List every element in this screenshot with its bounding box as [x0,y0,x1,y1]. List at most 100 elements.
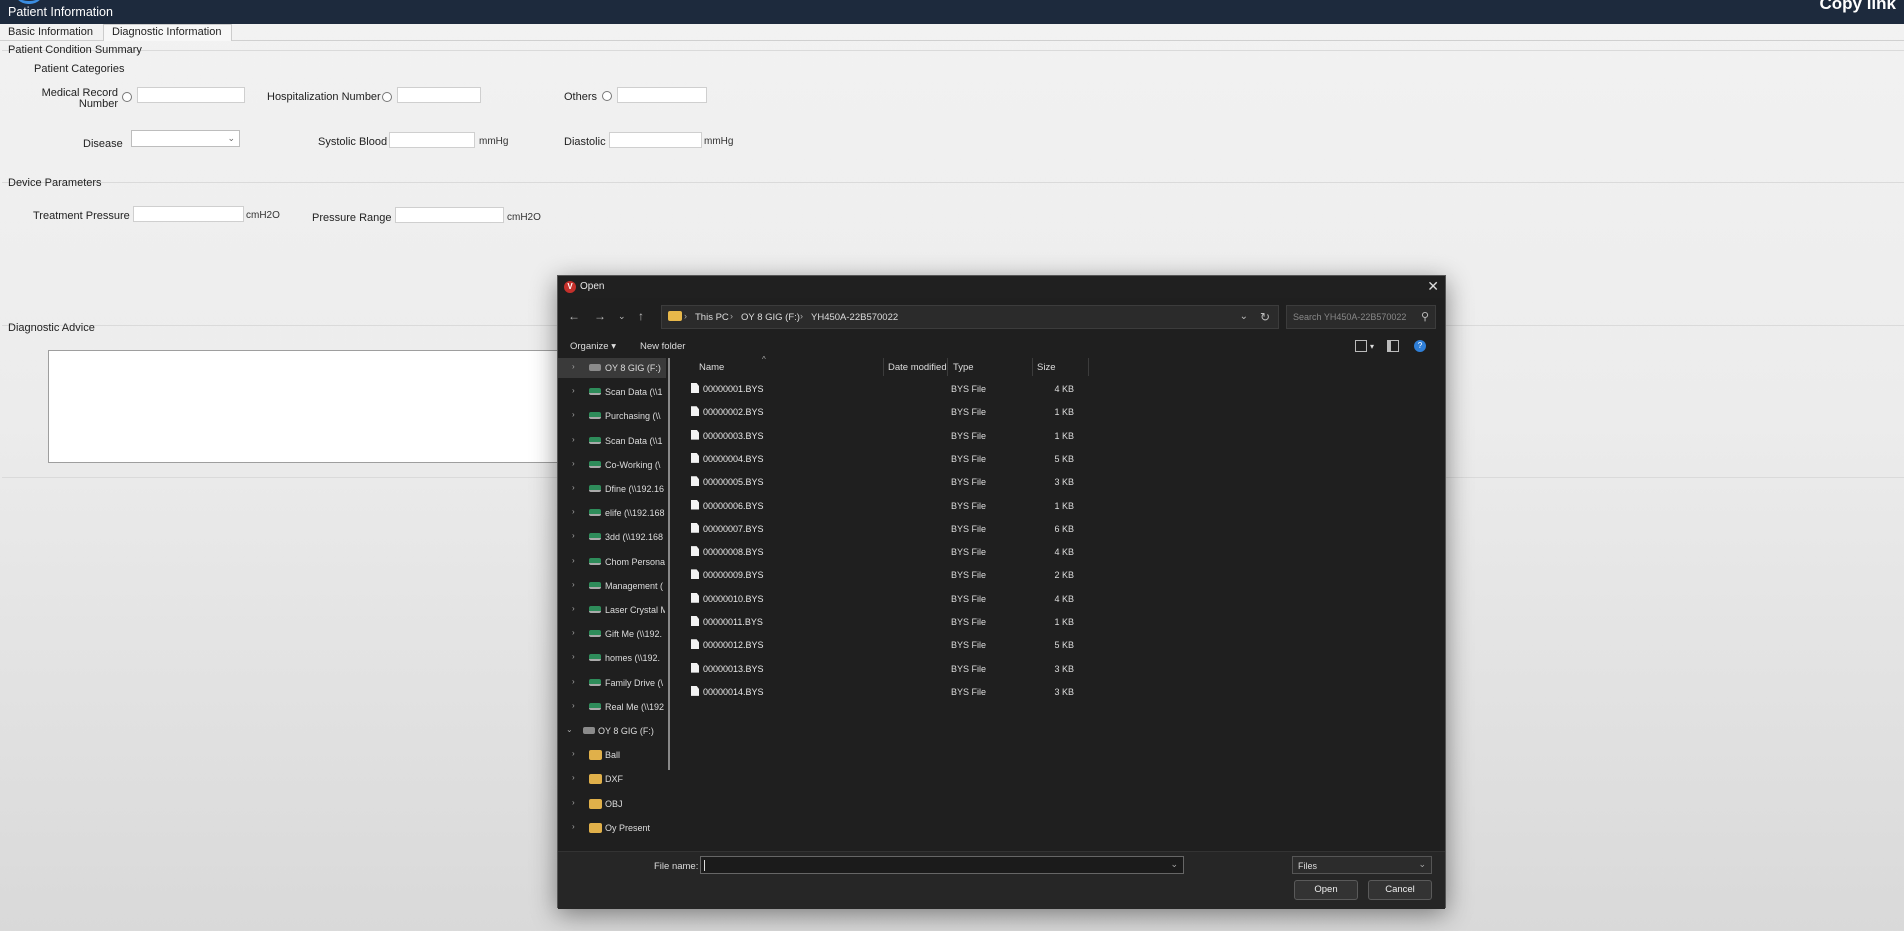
nav-item[interactable]: › OBJ [558,794,666,814]
nav-item[interactable]: › Family Drive (\ [558,673,666,693]
breadcrumb-this-pc[interactable]: This PC [695,312,729,323]
view-dropdown-icon[interactable]: ▾ [1370,342,1374,351]
nav-item[interactable]: › Oy Present [558,818,666,836]
file-row[interactable]: 00000010.BYS BYS File 4 KB [676,588,1446,610]
nav-item[interactable]: › Gift Me (\\192. [558,624,666,644]
nav-item[interactable]: › Scan Data (\\1 [558,382,666,402]
file-row[interactable]: 00000006.BYS BYS File 1 KB [676,495,1446,517]
nav-item[interactable]: › Ball [558,745,666,765]
chevron-right-icon[interactable]: › [572,483,575,492]
chevron-down-icon[interactable]: ⌄ [566,725,573,734]
chevron-right-icon[interactable]: › [572,386,575,395]
file-row[interactable]: 00000014.BYS BYS File 3 KB [676,681,1446,703]
file-type-select[interactable]: Files ⌄ [1292,856,1432,874]
nav-item[interactable]: › Laser Crystal M [558,600,666,620]
nav-item[interactable]: › homes (\\192. [558,648,666,668]
file-row[interactable]: 00000005.BYS BYS File 3 KB [676,471,1446,493]
column-divider[interactable] [947,358,948,376]
forward-arrow-icon[interactable]: → [594,309,606,323]
column-type[interactable]: Type [953,362,974,373]
treatment-pressure-input[interactable] [133,206,244,222]
close-icon[interactable]: ✕ [1427,278,1439,295]
file-name-input[interactable]: ⌄ [700,856,1184,874]
column-date-modified[interactable]: Date modified [888,362,947,373]
file-row[interactable]: 00000007.BYS BYS File 6 KB [676,518,1446,540]
chevron-right-icon[interactable]: › [572,362,575,371]
file-row[interactable]: 00000008.BYS BYS File 4 KB [676,541,1446,563]
others-radio[interactable] [602,91,612,101]
breadcrumb-drive[interactable]: OY 8 GIG (F:) [741,312,800,323]
medical-record-input[interactable] [137,87,245,103]
recent-locations-icon[interactable]: ⌄ [618,311,626,322]
nav-item[interactable]: › elife (\\192.168 [558,503,666,523]
file-row[interactable]: 00000001.BYS BYS File 4 KB [676,378,1446,400]
tab-basic-information[interactable]: Basic Information [8,26,93,38]
nav-item[interactable]: › Real Me (\\192 [558,697,666,717]
help-icon[interactable]: ? [1414,340,1426,352]
column-divider[interactable] [1032,358,1033,376]
hospitalization-input[interactable] [397,87,481,103]
nav-item[interactable]: › DXF [558,769,666,789]
nav-item[interactable]: › Chom Persona [558,552,666,572]
chevron-down-icon[interactable]: ⌄ [1240,311,1248,322]
open-button[interactable]: Open [1294,880,1358,900]
back-arrow-icon[interactable]: ← [568,309,580,323]
organize-button[interactable]: Organize ▾ [570,341,616,352]
up-arrow-icon[interactable]: ↑ [638,309,644,323]
tab-diagnostic-information[interactable]: Diagnostic Information [103,24,233,41]
nav-item[interactable]: ⌄ OY 8 GIG (F:) [558,721,666,741]
pressure-range-input[interactable] [395,207,504,223]
search-box[interactable]: Search YH450A-22B570022 ⚲ [1286,305,1436,329]
chevron-right-icon[interactable]: › [572,749,575,758]
column-divider[interactable] [1088,358,1089,376]
chevron-right-icon[interactable]: › [572,822,575,831]
nav-item[interactable]: › Scan Data (\\1 [558,431,666,451]
column-name[interactable]: Name [699,362,724,373]
preview-pane-icon[interactable] [1387,340,1399,352]
medical-record-radio[interactable] [122,92,132,102]
nav-item[interactable]: › 3dd (\\192.168 [558,527,666,547]
file-row[interactable]: 00000003.BYS BYS File 1 KB [676,425,1446,447]
file-row[interactable]: 00000004.BYS BYS File 5 KB [676,448,1446,470]
chevron-right-icon[interactable]: › [572,459,575,468]
systolic-input[interactable] [389,132,475,148]
file-row[interactable]: 00000013.BYS BYS File 3 KB [676,658,1446,680]
file-row[interactable]: 00000002.BYS BYS File 1 KB [676,401,1446,423]
diastolic-input[interactable] [609,132,702,148]
chevron-right-icon[interactable]: › [572,701,575,710]
address-bar[interactable]: › This PC › OY 8 GIG (F:) › YH450A-22B57… [661,305,1279,329]
chevron-right-icon[interactable]: › [572,798,575,807]
navigation-pane[interactable]: › OY 8 GIG (F:) › Scan Data (\\1 › Purchasing… [558,358,676,836]
copy-link-text[interactable]: Copy link [1819,0,1896,14]
view-options-icon[interactable] [1355,340,1367,352]
nav-item[interactable]: › Dfine (\\192.16 [558,479,666,499]
cancel-button[interactable]: Cancel [1368,880,1432,900]
chevron-right-icon[interactable]: › [572,531,575,540]
disease-select[interactable]: ⌄ [131,130,240,147]
chevron-right-icon[interactable]: › [572,580,575,589]
breadcrumb-folder[interactable]: YH450A-22B570022 [811,312,898,323]
chevron-right-icon[interactable]: › [572,556,575,565]
chevron-right-icon[interactable]: › [572,435,575,444]
file-row[interactable]: 00000009.BYS BYS File 2 KB [676,564,1446,586]
chevron-right-icon[interactable]: › [572,773,575,782]
refresh-icon[interactable]: ↻ [1260,310,1270,324]
chevron-right-icon[interactable]: › [572,652,575,661]
column-divider[interactable] [883,358,884,376]
chevron-right-icon[interactable]: › [572,628,575,637]
diagnostic-advice-textarea[interactable] [48,350,578,463]
hospitalization-radio[interactable] [382,92,392,102]
chevron-right-icon[interactable]: › [572,604,575,613]
nav-item[interactable]: › OY 8 GIG (F:) [558,358,666,378]
others-input[interactable] [617,87,707,103]
chevron-right-icon[interactable]: › [572,677,575,686]
nav-scrollbar[interactable] [668,358,670,770]
file-row[interactable]: 00000011.BYS BYS File 1 KB [676,611,1446,633]
chevron-right-icon[interactable]: › [572,507,575,516]
new-folder-button[interactable]: New folder [640,341,685,352]
nav-item[interactable]: › Co-Working (\ [558,455,666,475]
nav-item[interactable]: › Management ( [558,576,666,596]
chevron-right-icon[interactable]: › [572,410,575,419]
column-size[interactable]: Size [1037,362,1055,373]
nav-item[interactable]: › Purchasing (\\ [558,406,666,426]
